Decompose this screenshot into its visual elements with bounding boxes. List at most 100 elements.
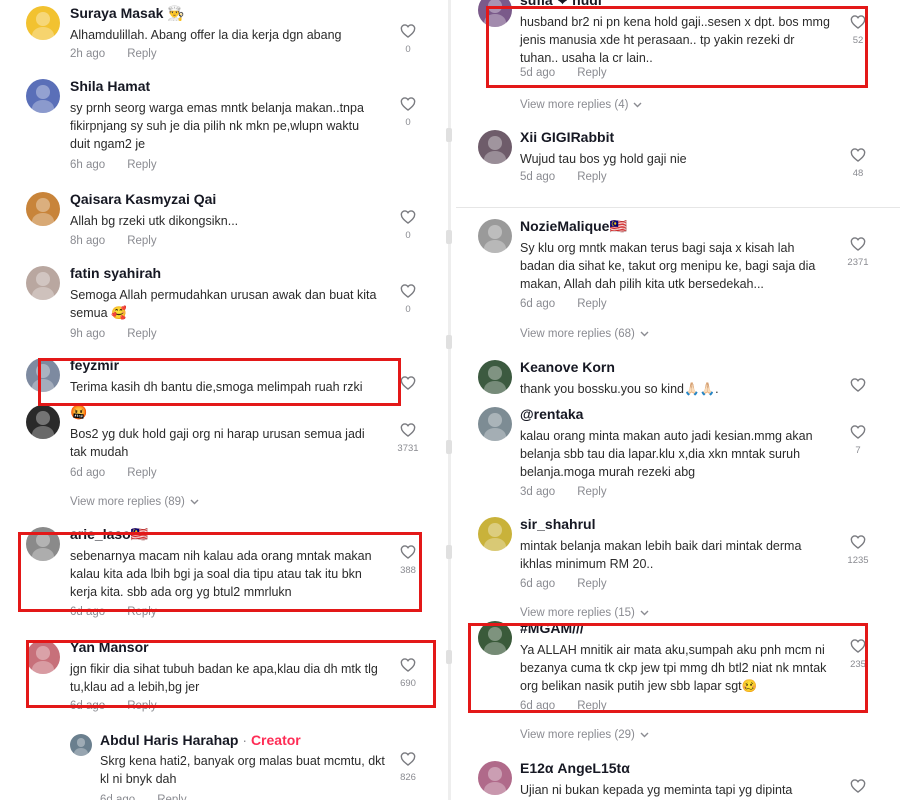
avatar[interactable] <box>478 407 512 441</box>
commenter-name[interactable]: sufia ❤ hudi <box>520 0 602 9</box>
avatar-body <box>32 27 54 40</box>
commenter-name[interactable]: Shila Hamat <box>70 78 150 94</box>
right-comments-panel: sufia ❤ hudi husband br2 ni pn kena hold … <box>456 0 900 800</box>
commenter-name[interactable]: Abdul Haris Harahap · Creator <box>100 732 301 748</box>
like-icon[interactable] <box>400 658 416 672</box>
like-count: 826 <box>400 772 416 783</box>
like-icon[interactable] <box>850 639 866 653</box>
scrollbar-thumb[interactable] <box>446 650 452 664</box>
view-more-label: View more replies (89) <box>70 496 185 508</box>
view-more-replies-button[interactable]: View more replies (4) <box>520 99 642 111</box>
scrollbar-thumb[interactable] <box>446 230 452 244</box>
avatar-figure <box>76 737 86 747</box>
view-more-replies-button[interactable]: View more replies (89) <box>70 496 199 508</box>
like-icon[interactable] <box>850 535 866 549</box>
like-icon[interactable] <box>400 423 416 437</box>
scrollbar-thumb[interactable] <box>446 335 452 349</box>
commenter-name[interactable]: NozieMalique🇲🇾 <box>520 218 627 235</box>
avatar[interactable] <box>478 219 512 253</box>
reply-button[interactable]: Reply <box>127 235 156 247</box>
avatar[interactable] <box>478 761 512 795</box>
reply-button[interactable]: Reply <box>577 578 606 590</box>
avatar[interactable] <box>26 640 60 674</box>
commenter-name[interactable]: Xii GIGIRabbit <box>520 129 614 145</box>
avatar[interactable] <box>26 79 60 113</box>
commenter-name[interactable]: feyzmir <box>70 357 119 373</box>
avatar-body <box>32 100 54 113</box>
like-icon[interactable] <box>400 284 416 298</box>
comment-text: kalau orang minta makan auto jadi kesian… <box>520 429 813 479</box>
like-icon[interactable] <box>400 24 416 38</box>
like-icon[interactable] <box>400 752 416 766</box>
reply-button[interactable]: Reply <box>127 328 156 340</box>
like-icon[interactable] <box>850 779 866 793</box>
reply-button[interactable]: Reply <box>157 794 186 800</box>
reply-button[interactable]: Reply <box>127 48 156 60</box>
commenter-name[interactable]: arie_laso🇲🇾 <box>70 526 148 543</box>
scrollbar-thumb[interactable] <box>446 440 452 454</box>
reply-button[interactable]: Reply <box>127 159 156 171</box>
avatar-body <box>484 642 506 655</box>
reply-button[interactable]: Reply <box>577 298 606 310</box>
commenter-name[interactable]: Qaisara Kasmyzai Qai <box>70 191 216 207</box>
avatar-figure <box>488 225 502 239</box>
reply-button[interactable]: Reply <box>127 700 156 712</box>
avatar[interactable] <box>26 527 60 561</box>
avatar-figure <box>36 198 50 212</box>
avatar[interactable] <box>478 360 512 394</box>
commenter-name[interactable]: fatin syahirah <box>70 265 161 281</box>
avatar[interactable] <box>478 0 512 27</box>
panel-divider <box>448 0 451 800</box>
comment-text: Semoga Allah permudahkan urusan awak dan… <box>70 288 377 320</box>
commenter-name[interactable]: Suraya Masak 👨‍🍳 <box>70 5 185 22</box>
avatar[interactable] <box>26 405 60 439</box>
chevron-down-icon <box>635 328 649 340</box>
like-icon[interactable] <box>400 376 416 390</box>
comment-item <box>0 5 437 15</box>
reply-button[interactable]: Reply <box>577 486 606 498</box>
reply-button[interactable]: Reply <box>577 171 606 183</box>
comment-meta: 6h ago Reply <box>70 159 179 171</box>
commenter-name[interactable]: sir_shahrul <box>520 516 595 532</box>
avatar[interactable] <box>70 734 92 756</box>
avatar[interactable] <box>478 621 512 655</box>
avatar-body <box>484 381 506 394</box>
like-icon[interactable] <box>850 148 866 162</box>
commenter-name[interactable]: E12α AngeL15tα <box>520 760 630 776</box>
avatar[interactable] <box>478 130 512 164</box>
like-icon[interactable] <box>850 425 866 439</box>
reply-button[interactable]: Reply <box>127 467 156 479</box>
view-more-replies-button[interactable]: View more replies (29) <box>520 729 649 741</box>
view-more-replies-button[interactable]: View more replies (15) <box>520 607 649 619</box>
reply-button[interactable]: Reply <box>127 606 156 618</box>
left-comments-panel: Suraya Masak 👨‍🍳 Alhamdulillah. Abang off… <box>0 0 437 800</box>
commenter-name[interactable]: 🤬 <box>70 404 87 421</box>
comment-text: jgn fikir dia sihat tubuh badan ke apa,k… <box>70 662 378 694</box>
like-count: 690 <box>400 678 416 689</box>
commenter-name[interactable]: Keanove Korn <box>520 359 615 375</box>
reply-button[interactable]: Reply <box>577 67 606 79</box>
avatar[interactable] <box>26 266 60 300</box>
like-icon[interactable] <box>400 545 416 559</box>
scrollbar-thumb[interactable] <box>446 128 452 142</box>
reply-button[interactable]: Reply <box>577 700 606 712</box>
commenter-name[interactable]: @rentaka <box>520 406 583 422</box>
like-icon[interactable] <box>400 210 416 224</box>
avatar[interactable] <box>26 358 60 392</box>
like-icon[interactable] <box>850 378 866 392</box>
like-icon[interactable] <box>850 15 866 29</box>
avatar[interactable] <box>478 517 512 551</box>
comment-item <box>0 357 437 367</box>
scrollbar-thumb[interactable] <box>446 545 452 559</box>
avatar[interactable] <box>26 192 60 226</box>
view-more-replies-button[interactable]: View more replies (68) <box>520 328 649 340</box>
like-count: 2371 <box>847 257 869 268</box>
like-icon[interactable] <box>400 97 416 111</box>
like-count: 0 <box>405 44 411 55</box>
like-icon[interactable] <box>850 237 866 251</box>
avatar[interactable] <box>26 6 60 40</box>
commenter-name[interactable]: #MGAM/// <box>520 620 584 636</box>
avatar-body <box>32 426 54 439</box>
comment-text: Allah bg rzeki utk dikongsikn... <box>70 214 239 228</box>
commenter-name[interactable]: Yan Mansor <box>70 639 149 655</box>
